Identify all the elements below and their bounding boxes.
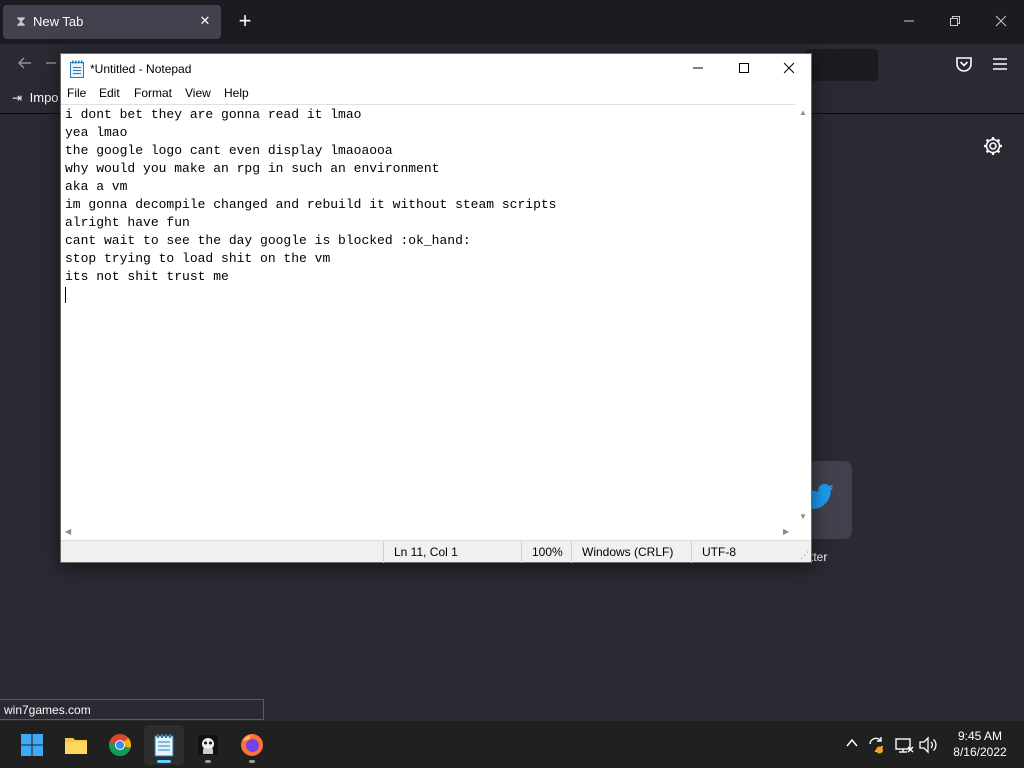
close-button[interactable] (766, 54, 812, 84)
maximize-icon (739, 63, 749, 73)
firefox-button[interactable] (232, 725, 272, 765)
back-button[interactable] (12, 52, 38, 78)
notepad-taskbar-button[interactable] (144, 725, 184, 765)
start-icon (21, 734, 43, 756)
encoding: UTF-8 (691, 541, 799, 563)
menu-format[interactable]: Format (134, 86, 172, 100)
settings-button[interactable] (980, 133, 1006, 159)
text-line: cant wait to see the day google is block… (65, 233, 471, 248)
arrow-left-icon (17, 57, 31, 69)
firefox-icon (241, 734, 263, 756)
tab-strip: ⧗ New Tab ✕ + (0, 0, 1024, 44)
hamburger-menu-icon (993, 58, 1007, 70)
notepad-titlebar[interactable]: *Untitled - Notepad (61, 54, 811, 84)
taskbar: 9:45 AM 8/16/2022 (0, 720, 1024, 768)
notepad-app-icon (69, 60, 85, 78)
cursor-position: Ln 11, Col 1 (383, 541, 521, 563)
text-line: i dont bet they are gonna read it lmao (65, 107, 362, 122)
close-browser-button[interactable] (986, 8, 1016, 36)
tab-title: New Tab (33, 14, 84, 29)
text-line: its not shit trust me (65, 269, 229, 284)
active-app-indicator (157, 760, 171, 763)
text-line: alright have fun (65, 215, 190, 230)
status-url-panel: win7games.com (0, 699, 264, 720)
arrow-right-icon (46, 62, 56, 64)
vertical-scrollbar[interactable]: ▲ ▼ (795, 104, 811, 524)
app-menu-button[interactable] (990, 52, 1010, 78)
minimize-button[interactable] (675, 54, 721, 84)
new-tab-button[interactable]: + (232, 9, 258, 35)
text-line: yea lmao (65, 125, 128, 140)
pocket-button[interactable] (952, 52, 976, 78)
scroll-up-arrow-icon[interactable]: ▲ (795, 108, 811, 117)
running-app-indicator (205, 760, 211, 763)
text-line: the google logo cant even display lmaoao… (65, 143, 393, 158)
close-icon (783, 62, 795, 74)
text-line: stop trying to load shit on the vm (65, 251, 331, 266)
notepad-icon (154, 734, 174, 757)
menu-help[interactable]: Help (224, 86, 249, 100)
gear-icon (984, 137, 1002, 155)
minimize-browser-button[interactable] (894, 8, 924, 36)
chrome-icon (108, 734, 131, 756)
chrome-button[interactable] (100, 725, 140, 765)
scroll-right-arrow-icon[interactable]: ▶ (783, 527, 789, 536)
menu-edit[interactable]: Edit (99, 86, 120, 100)
window-title: *Untitled - Notepad (90, 62, 192, 76)
url-bar[interactable] (806, 49, 878, 81)
tab-new-tab[interactable]: ⧗ New Tab ✕ (3, 5, 221, 39)
show-hidden-icons-chevron-icon[interactable] (842, 735, 862, 755)
sync-update-icon[interactable] (866, 735, 886, 755)
notepad-window: *Untitled - Notepad File Edit Format Vie… (60, 53, 812, 563)
resize-grip-icon[interactable]: ⋰ (800, 550, 809, 561)
clock-time: 9:45 AM (957, 729, 1003, 743)
import-bookmarks-button[interactable]: ⇥ Impo (12, 90, 59, 105)
text-caret (65, 287, 66, 303)
import-icon: ⇥ (12, 91, 23, 105)
hourglass-icon: ⧗ (16, 13, 26, 29)
volume-icon[interactable] (918, 735, 938, 755)
import-label: Impo (29, 90, 59, 105)
status-bar: Ln 11, Col 1 100% Windows (CRLF) UTF-8 ⋰ (61, 540, 811, 563)
text-line: why would you make an rpg in such an env… (65, 161, 440, 176)
file-explorer-button[interactable] (56, 725, 96, 765)
pocket-icon (956, 57, 972, 72)
restore-browser-button[interactable] (940, 8, 970, 36)
text-line: im gonna decompile changed and rebuild i… (65, 197, 557, 212)
scroll-left-arrow-icon[interactable]: ◀ (65, 527, 71, 536)
game-app-button[interactable] (188, 725, 228, 765)
menu-bar: File Edit Format View Help (61, 84, 811, 104)
file-explorer-icon (65, 738, 87, 754)
running-app-indicator (249, 760, 255, 763)
twitter-tile-label: tter (810, 550, 828, 564)
scroll-down-arrow-icon[interactable]: ▼ (795, 512, 811, 521)
text-line-current (65, 286, 795, 304)
network-icon[interactable] (894, 735, 914, 755)
close-tab-icon[interactable]: ✕ (197, 13, 213, 29)
line-ending: Windows (CRLF) (571, 541, 691, 563)
maximize-button[interactable] (721, 54, 767, 84)
menu-file[interactable]: File (67, 86, 86, 100)
text-line: aka a vm (65, 179, 128, 194)
game-icon (198, 735, 218, 755)
scrollbar-corner (795, 524, 811, 540)
minimize-icon (693, 67, 703, 69)
zoom-level: 100% (521, 541, 571, 563)
close-icon (995, 15, 1007, 27)
start-button[interactable] (12, 725, 52, 765)
restore-icon (950, 16, 960, 26)
horizontal-scrollbar[interactable]: ◀ ▶ (61, 524, 795, 540)
system-clock[interactable]: 9:45 AM 8/16/2022 (944, 728, 1016, 760)
text-editor[interactable]: i dont bet they are gonna read it lmao y… (61, 104, 795, 524)
minimize-icon (904, 20, 914, 22)
clock-date: 8/16/2022 (953, 745, 1007, 759)
menu-view[interactable]: View (185, 86, 211, 100)
